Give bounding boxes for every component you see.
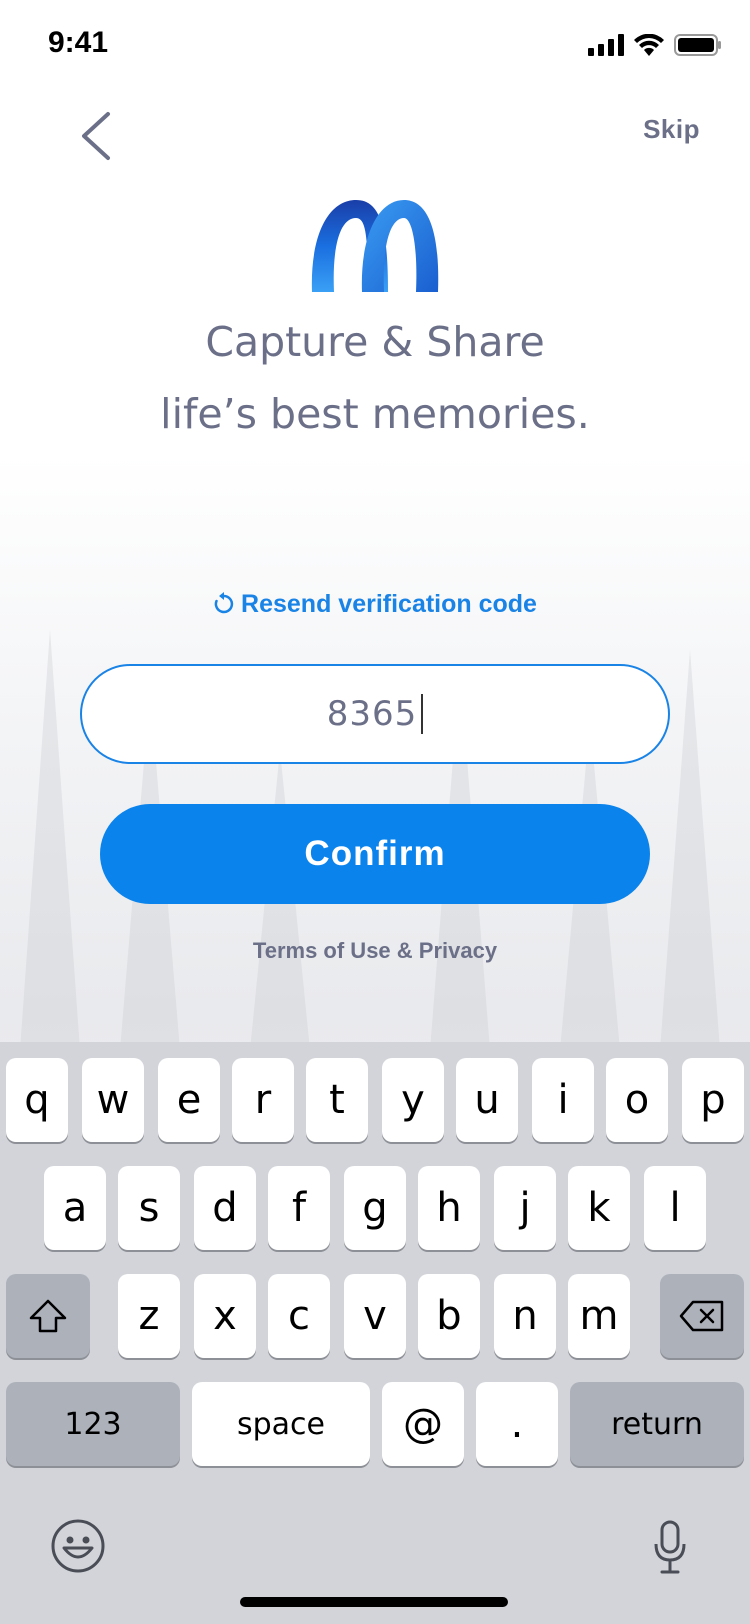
- key-p[interactable]: p: [682, 1058, 744, 1142]
- key-i[interactable]: i: [532, 1058, 594, 1142]
- emoji-icon: [51, 1519, 105, 1573]
- status-bar: 9:41: [0, 0, 750, 88]
- emoji-key[interactable]: [50, 1518, 106, 1574]
- cellular-signal-icon: [588, 34, 624, 56]
- wifi-icon: [634, 34, 664, 56]
- resend-code-label: Resend verification code: [241, 590, 537, 618]
- battery-icon: [674, 34, 721, 56]
- key-s[interactable]: s: [118, 1166, 180, 1250]
- app-logo: [308, 196, 442, 296]
- key-f[interactable]: f: [268, 1166, 330, 1250]
- key-h[interactable]: h: [418, 1166, 480, 1250]
- status-time: 9:41: [48, 26, 109, 59]
- key-x[interactable]: x: [194, 1274, 256, 1358]
- key-j[interactable]: j: [494, 1166, 556, 1250]
- resend-code-link[interactable]: Resend verification code: [0, 590, 750, 619]
- key-l[interactable]: l: [644, 1166, 706, 1250]
- chevron-left-icon: [82, 112, 110, 160]
- home-indicator[interactable]: [240, 1597, 508, 1607]
- confirm-button[interactable]: Confirm: [100, 804, 650, 904]
- key-c[interactable]: c: [268, 1274, 330, 1358]
- verification-code-input[interactable]: 8365: [80, 664, 670, 764]
- key-k[interactable]: k: [568, 1166, 630, 1250]
- refresh-icon: [213, 591, 235, 619]
- keyboard: q w e r t y u i o p a s d f g h j k l z …: [0, 1042, 750, 1624]
- backspace-icon: [679, 1300, 724, 1332]
- status-icons: [588, 34, 722, 56]
- key-r[interactable]: r: [232, 1058, 294, 1142]
- key-y[interactable]: y: [382, 1058, 444, 1142]
- key-q[interactable]: q: [6, 1058, 68, 1142]
- text-caret: [421, 694, 424, 734]
- terms-privacy-link[interactable]: Terms of Use & Privacy: [0, 938, 750, 964]
- key-g[interactable]: g: [344, 1166, 406, 1250]
- microphone-icon: [654, 1520, 686, 1574]
- return-key[interactable]: return: [570, 1382, 744, 1466]
- key-u[interactable]: u: [456, 1058, 518, 1142]
- key-n[interactable]: n: [494, 1274, 556, 1358]
- key-b[interactable]: b: [418, 1274, 480, 1358]
- key-t[interactable]: t: [306, 1058, 368, 1142]
- at-key[interactable]: @: [382, 1382, 464, 1466]
- key-m[interactable]: m: [568, 1274, 630, 1358]
- key-z[interactable]: z: [118, 1274, 180, 1358]
- shift-icon: [29, 1299, 67, 1333]
- headline-line-2: life’s best memories.: [160, 390, 590, 438]
- space-key[interactable]: space: [192, 1382, 370, 1466]
- numbers-key[interactable]: 123: [6, 1382, 180, 1466]
- shift-key[interactable]: [6, 1274, 90, 1358]
- headline-line-1: Capture & Share: [205, 318, 545, 366]
- key-a[interactable]: a: [44, 1166, 106, 1250]
- dot-key[interactable]: .: [476, 1382, 558, 1466]
- delete-key[interactable]: [660, 1274, 744, 1358]
- key-e[interactable]: e: [158, 1058, 220, 1142]
- key-v[interactable]: v: [344, 1274, 406, 1358]
- verification-code-value: 8365: [326, 694, 418, 734]
- key-w[interactable]: w: [82, 1058, 144, 1142]
- verification-screen: 9:41 Skip Capture & Share life’s best me…: [0, 0, 750, 1624]
- back-button[interactable]: [72, 108, 122, 164]
- key-d[interactable]: d: [194, 1166, 256, 1250]
- key-o[interactable]: o: [606, 1058, 668, 1142]
- dictation-key[interactable]: [652, 1520, 688, 1576]
- skip-button[interactable]: Skip: [643, 114, 700, 145]
